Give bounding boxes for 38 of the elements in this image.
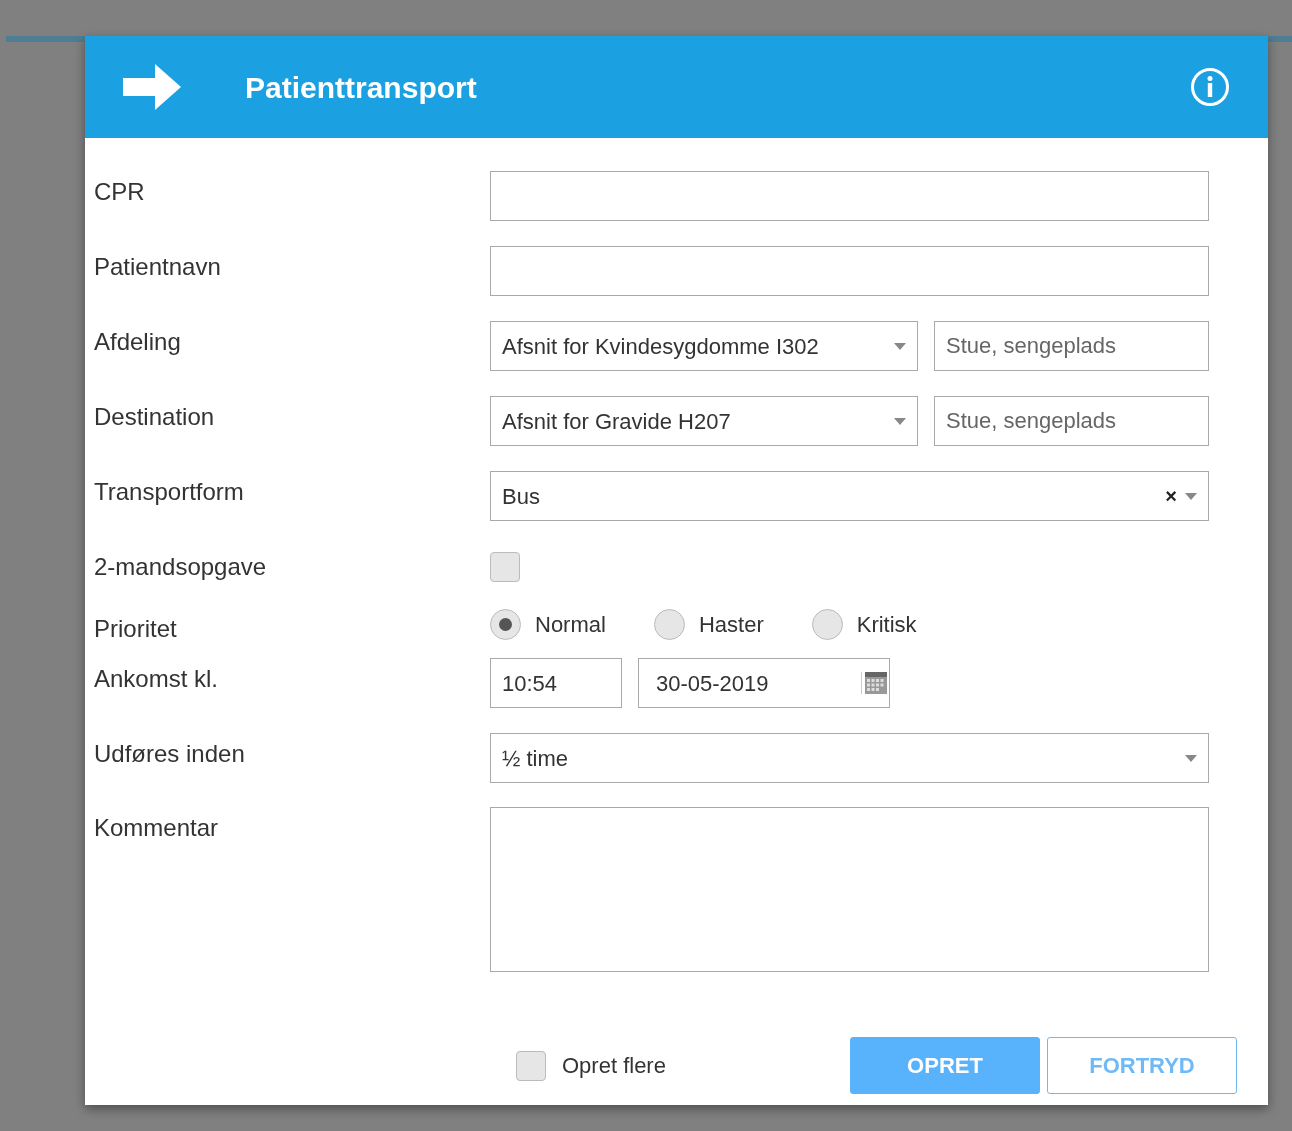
clear-button[interactable]: × [1165,481,1177,511]
radio-button[interactable] [490,608,521,640]
dropdown[interactable]: Bus × [490,471,1209,521]
caret-icon [894,417,906,425]
field-label: Kommentar [94,813,220,843]
field-label: 2-mandsopgave [94,552,268,582]
calendar-icon[interactable] [865,672,887,694]
radio-label: Kritisk [856,610,917,639]
field-label: Udføres inden [94,739,246,769]
field-label: Ankomst kl. [94,664,220,694]
text-input[interactable] [490,246,1209,296]
field-label: Afdeling [94,327,182,357]
dropdown[interactable]: ½ time [490,733,1209,783]
radio-button[interactable] [653,608,685,640]
text-input[interactable]: Stue, sengeplads [934,321,1209,371]
text-input[interactable]: Stue, sengeplads [934,396,1209,446]
time-input[interactable]: 10:54 [490,658,622,708]
radio-button[interactable] [811,608,843,640]
radio-label: Normal [535,610,606,639]
caret-icon [1185,492,1197,500]
field-label: Transportform [94,477,245,507]
dropdown[interactable]: Afsnit for Kvindesygdomme I302 [490,321,918,371]
field-label: Prioritet [94,614,178,644]
dialog-title: Patienttransport [245,69,477,106]
checkbox[interactable] [516,1050,546,1081]
dropdown[interactable]: Afsnit for Gravide H207 [490,396,918,446]
text-input[interactable] [490,171,1209,221]
info-icon[interactable] [1190,67,1230,107]
date-input[interactable]: 30-05-2019 [638,658,890,708]
checkbox[interactable] [490,552,520,582]
caret-icon [894,342,906,350]
arrow-right-icon [123,64,181,110]
field-label: CPR [94,177,146,207]
field-label: Patientnavn [94,252,222,282]
field-label: Destination [94,402,216,432]
caret-icon [1185,754,1197,762]
checkbox-label: Opret flere [562,1052,666,1080]
radio-label: Haster [698,610,764,639]
